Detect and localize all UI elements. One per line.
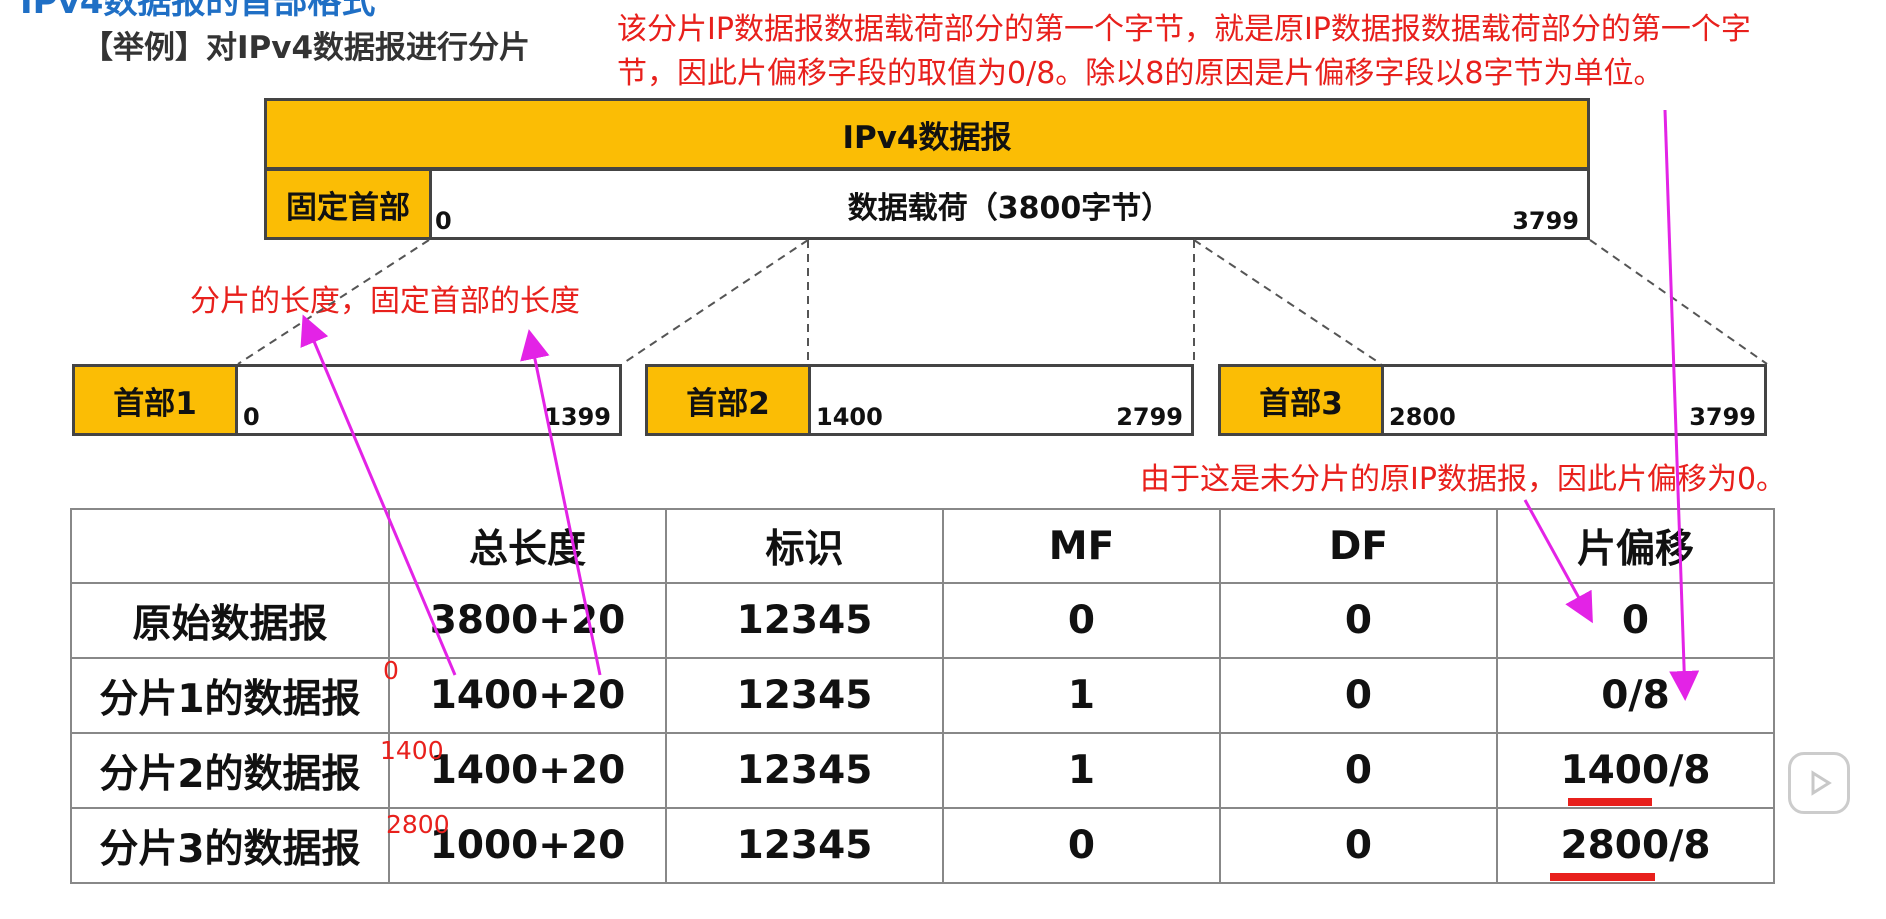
row-label: 分片2的数据报	[70, 732, 390, 809]
cell-fragment-offset: 0/8	[1496, 657, 1775, 734]
cut-off-heading: IPv4数据报的首部格式	[20, 0, 376, 22]
table-row: 分片1的数据报 1400+20 12345 1 0 0/8	[70, 657, 1775, 734]
col-header-identification: 标识	[665, 508, 944, 584]
row-label: 分片1的数据报	[70, 657, 390, 734]
projection-line	[1193, 239, 1382, 365]
cell-mf: 0	[942, 807, 1221, 884]
projection-line	[1589, 239, 1768, 365]
fragment2-payload: 1400 2799	[808, 364, 1194, 436]
cell-identification: 12345	[665, 732, 944, 809]
fragment2-header-label: 首部2	[686, 385, 770, 422]
fixed-header-box: 固定首部	[264, 168, 432, 240]
row-offset-note-3: 2800	[386, 810, 450, 839]
example-title: 【举例】对IPv4数据报进行分片	[82, 30, 531, 66]
fragment-table: 总长度 标识 MF DF 片偏移 原始数据报 3800+20 12345 0 0…	[70, 508, 1775, 884]
payload-end: 3799	[1512, 207, 1579, 235]
fragment1-header-label: 首部1	[113, 385, 197, 422]
datagram-title-bar: IPv4数据报	[264, 98, 1590, 170]
payload-label: 数据载荷（3800字节）	[847, 191, 1172, 226]
cell-fragment-offset: 0	[1496, 582, 1775, 659]
table-row: 分片3的数据报 1000+20 12345 0 0 2800/8	[70, 807, 1775, 884]
fragment3-payload: 2800 3799	[1381, 364, 1767, 436]
projection-line	[621, 239, 809, 365]
cell-mf: 0	[942, 582, 1221, 659]
note-offset: 由于这是未分片的原IP数据报，因此片偏移为0。	[1140, 462, 1787, 497]
cell-identification: 12345	[665, 582, 944, 659]
cell-mf: 1	[942, 657, 1221, 734]
fragment1-start: 0	[243, 403, 260, 431]
play-icon	[1811, 770, 1832, 796]
payload-box: 数据载荷（3800字节） 0 3799	[429, 168, 1590, 240]
fragment3-header-box: 首部3	[1218, 364, 1384, 436]
cell-total-length: 1400+20	[388, 657, 667, 734]
row-label: 原始数据报	[70, 582, 390, 659]
fragment2-end: 2799	[1116, 403, 1183, 431]
fragment3-start: 2800	[1389, 403, 1456, 431]
play-button[interactable]	[1788, 752, 1850, 814]
table-header-row: 总长度 标识 MF DF 片偏移	[70, 508, 1775, 584]
fragment1-payload: 0 1399	[235, 364, 622, 436]
cell-df: 0	[1219, 582, 1498, 659]
row-offset-note-2: 1400	[380, 736, 444, 765]
col-header-df: DF	[1219, 508, 1498, 584]
col-header-mf: MF	[942, 508, 1221, 584]
fragment2-header-box: 首部2	[645, 364, 811, 436]
cell-identification: 12345	[665, 657, 944, 734]
col-header-total-length: 总长度	[388, 508, 667, 584]
cell-identification: 12345	[665, 807, 944, 884]
col-header-empty	[70, 508, 390, 584]
datagram-title: IPv4数据报	[842, 119, 1012, 156]
fragment2-start: 1400	[816, 403, 883, 431]
fragment1-end: 1399	[544, 403, 611, 431]
cell-fragment-offset: 2800/8	[1496, 807, 1775, 884]
table-row: 分片2的数据报 1400+20 12345 1 0 1400/8	[70, 732, 1775, 809]
fragment3-header-label: 首部3	[1259, 385, 1343, 422]
cell-total-length: 3800+20	[388, 582, 667, 659]
cell-df: 0	[1219, 807, 1498, 884]
cell-df: 0	[1219, 657, 1498, 734]
cell-df: 0	[1219, 732, 1498, 809]
fixed-header-label: 固定首部	[286, 189, 410, 226]
note-top-line2: 节，因此片偏移字段的取值为0/8。除以8的原因是片偏移字段以8字节为单位。	[617, 56, 1664, 91]
payload-start: 0	[435, 207, 452, 235]
cell-mf: 1	[942, 732, 1221, 809]
row-offset-note-1: 0	[383, 656, 399, 685]
row-label: 分片3的数据报	[70, 807, 390, 884]
table-row: 原始数据报 3800+20 12345 0 0 0	[70, 582, 1775, 659]
fragment1-header-box: 首部1	[72, 364, 238, 436]
cell-fragment-offset: 1400/8	[1496, 732, 1775, 809]
col-header-fragment-offset: 片偏移	[1496, 508, 1775, 584]
note-top-line1: 该分片IP数据报数据载荷部分的第一个字节，就是原IP数据报数据载荷部分的第一个字	[617, 12, 1751, 47]
fragment3-end: 3799	[1689, 403, 1756, 431]
note-length: 分片的长度，固定首部的长度	[190, 284, 580, 319]
